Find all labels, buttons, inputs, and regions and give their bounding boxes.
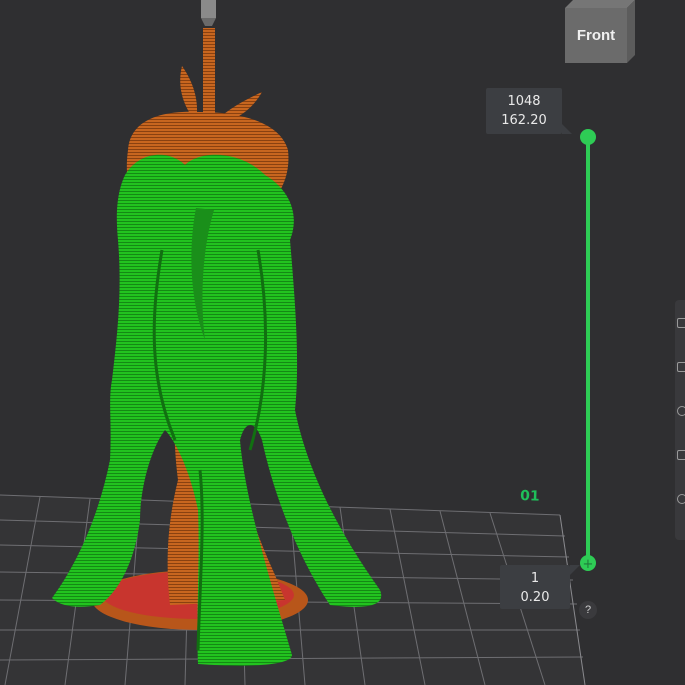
top-layer-height: 162.20 xyxy=(501,113,547,128)
support-structures xyxy=(52,154,382,666)
layer-slider-top-handle[interactable] xyxy=(580,129,596,145)
nozzle xyxy=(201,0,216,26)
toolbar-tool-icon[interactable] xyxy=(677,362,685,372)
toolbar-tool-icon[interactable] xyxy=(677,406,685,416)
plus-icon: + xyxy=(583,557,594,572)
view-cube[interactable]: Front xyxy=(565,0,635,63)
bottom-layer-height: 0.20 xyxy=(520,590,550,605)
toolbar-tool-icon[interactable] xyxy=(677,318,685,328)
help-button[interactable]: ? xyxy=(579,601,597,619)
layer-slider[interactable]: + xyxy=(580,129,596,572)
3d-preview-viewport[interactable]: 01 Front + xyxy=(0,0,685,685)
layer-slider-bottom-tooltip: 1 0.20 xyxy=(500,565,580,609)
layer-slider-top-tooltip: 1048 162.20 xyxy=(486,88,572,134)
toolbar-tool-icon[interactable] xyxy=(677,494,685,504)
side-toolbar xyxy=(675,300,685,540)
toolbar-tool-icon[interactable] xyxy=(677,450,685,460)
top-layer-number: 1048 xyxy=(507,94,541,109)
bottom-layer-number: 1 xyxy=(530,571,540,586)
bed-label: 01 xyxy=(520,488,540,505)
view-cube-face-label: Front xyxy=(577,27,615,44)
